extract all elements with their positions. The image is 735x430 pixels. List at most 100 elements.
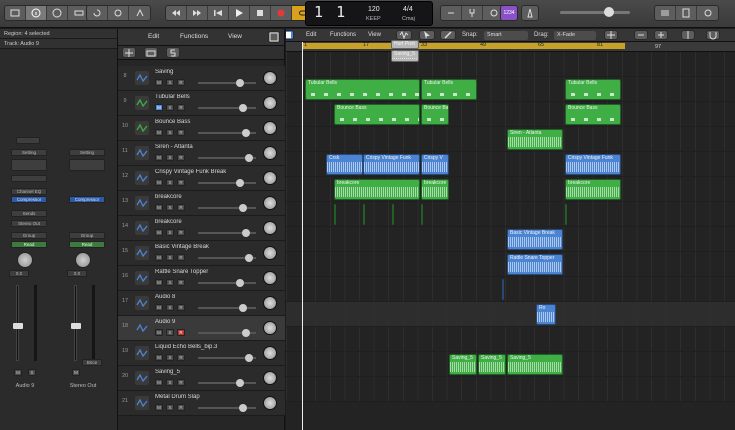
forward-button[interactable]	[187, 6, 208, 20]
stop-button[interactable]	[250, 6, 271, 20]
record-enable-button[interactable]: R	[177, 154, 185, 161]
record-button[interactable]	[271, 6, 292, 20]
tuning-button[interactable]	[462, 6, 483, 20]
track-volume-handle[interactable]	[236, 279, 244, 287]
region-bass1[interactable]: Bounce Bass	[334, 104, 420, 125]
track-name[interactable]: Crispy Vintage Funk Break	[155, 169, 245, 175]
marquee-tool-button[interactable]	[604, 30, 618, 40]
track-pan-knob[interactable]	[263, 346, 277, 360]
track-pan-knob[interactable]	[263, 96, 277, 110]
right-click-tool[interactable]	[440, 30, 456, 40]
track-pan-knob[interactable]	[263, 171, 277, 185]
solo-button[interactable]: S	[166, 329, 174, 336]
strip1-eq-slot[interactable]: Channel EQ	[11, 188, 47, 195]
folder-button[interactable]	[144, 47, 158, 58]
rewind-button[interactable]	[166, 6, 187, 20]
region-crispy1[interactable]: Crsk	[326, 154, 363, 175]
region-crispy3[interactable]: Crispy V	[421, 154, 449, 175]
track-volume-handle[interactable]	[245, 254, 253, 262]
mute-button[interactable]: M	[155, 254, 163, 261]
drag-select[interactable]: X-Fade	[554, 31, 596, 40]
strip2-bounce-button[interactable]: Bnce	[82, 359, 102, 366]
snap-toggle-button[interactable]	[706, 30, 720, 40]
track-header-20[interactable]: 20 Saving_5 M S R	[118, 366, 285, 391]
track-name[interactable]: breakcore	[155, 219, 245, 225]
lane-18[interactable]	[286, 302, 735, 327]
track-volume-slider[interactable]	[198, 82, 256, 84]
info-button[interactable]	[26, 6, 47, 20]
record-enable-button[interactable]: R	[177, 304, 185, 311]
region-header[interactable]: Region: 4 selected	[0, 29, 117, 39]
master-volume-knob[interactable]	[604, 7, 614, 17]
region-rattle[interactable]: Rattle Snare Topper	[507, 254, 563, 275]
strip2-group-slot[interactable]: Group	[69, 232, 105, 239]
track-pan-knob[interactable]	[263, 321, 277, 335]
track-volume-handle[interactable]	[236, 379, 244, 387]
edit-menu[interactable]: Edit	[148, 33, 159, 40]
strip1-group-slot[interactable]: Group	[11, 232, 47, 239]
solo-button[interactable]: S	[166, 129, 174, 136]
record-enable-button[interactable]: R	[177, 229, 185, 236]
solo-button[interactable]: S	[166, 229, 174, 236]
quick-help-button[interactable]	[47, 6, 68, 20]
track-pan-knob[interactable]	[263, 371, 277, 385]
solo-button[interactable]: S	[166, 354, 174, 361]
track-volume-handle[interactable]	[242, 229, 250, 237]
solo-button[interactable]: S	[166, 79, 174, 86]
track-header-13[interactable]: 13 breakcore M S R	[118, 191, 285, 216]
track-name[interactable]: Tubular Bells	[155, 94, 245, 100]
region-bass2[interactable]: Bounce Bass	[421, 104, 449, 125]
region-saving_gray[interactable]: Saving_5	[391, 50, 419, 62]
strip1-plugin-slot[interactable]: Compressor	[11, 196, 47, 203]
region-tub1[interactable]: Tubular Bells	[305, 79, 420, 100]
track-header-16[interactable]: 16 Rattle Snare Topper M S R	[118, 266, 285, 291]
view-menu[interactable]: View	[228, 33, 242, 40]
record-enable-button[interactable]: R	[177, 179, 185, 186]
lane-21[interactable]	[286, 377, 735, 402]
track-header-10[interactable]: 10 Bounce Bass M S R	[118, 116, 285, 141]
track-pan-knob[interactable]	[263, 121, 277, 135]
strip2-automation-slot[interactable]: Read	[69, 241, 105, 248]
region-hit[interactable]	[392, 204, 394, 225]
track-volume-handle[interactable]	[239, 204, 247, 212]
region-basic[interactable]: Basic Vintage Break	[507, 229, 563, 250]
region-hit[interactable]	[565, 204, 567, 225]
mute-button[interactable]: M	[155, 79, 163, 86]
strip1-output-slot[interactable]: Stereo Out	[11, 220, 47, 227]
mute-button[interactable]: M	[155, 179, 163, 186]
track-volume-handle[interactable]	[236, 79, 244, 87]
zoom-out-button[interactable]	[634, 30, 648, 40]
mute-button[interactable]: M	[155, 129, 163, 136]
region-tub3[interactable]: Tubular Bells	[565, 79, 621, 100]
functions-menu[interactable]: Functions	[180, 33, 208, 40]
strip2-eq-display[interactable]	[69, 159, 105, 171]
track-volume-slider[interactable]	[198, 382, 256, 384]
lane-17[interactable]	[286, 277, 735, 302]
track-volume-slider[interactable]	[198, 182, 256, 184]
record-enable-button[interactable]: R	[177, 404, 185, 411]
track-volume-handle[interactable]	[245, 354, 253, 362]
region-hit[interactable]	[363, 204, 365, 225]
lane-8[interactable]	[286, 52, 735, 77]
track-volume-handle[interactable]	[245, 154, 253, 162]
region-saving_top[interactable]: Hurt Post	[391, 40, 419, 49]
solo-button[interactable]: S	[166, 154, 174, 161]
record-enable-button[interactable]: R	[177, 379, 185, 386]
record-enable-button[interactable]: R	[177, 129, 185, 136]
mute-button[interactable]: M	[155, 229, 163, 236]
track-header-9[interactable]: 9 Tubular Bells M S R	[118, 91, 285, 116]
region-crispy2[interactable]: Crispy Vintage Funk	[363, 154, 420, 175]
solo-button[interactable]: S	[166, 379, 174, 386]
list-editors-button[interactable]	[655, 6, 676, 20]
region-sav2[interactable]: Saving_5	[478, 354, 506, 375]
region-bass3[interactable]: Bounce Bass	[565, 104, 621, 125]
metronome-button[interactable]	[521, 5, 539, 21]
solo-button[interactable]: S	[166, 254, 174, 261]
strip2-fader-cap[interactable]	[71, 323, 81, 329]
track-volume-handle[interactable]	[236, 179, 244, 187]
track-name[interactable]: breakcore	[155, 194, 245, 200]
mute-button[interactable]: M	[155, 304, 163, 311]
track-header-17[interactable]: 17 Audio 8 MSR	[118, 291, 285, 316]
track-pan-knob[interactable]	[263, 296, 277, 310]
solo-button[interactable]: S	[166, 204, 174, 211]
